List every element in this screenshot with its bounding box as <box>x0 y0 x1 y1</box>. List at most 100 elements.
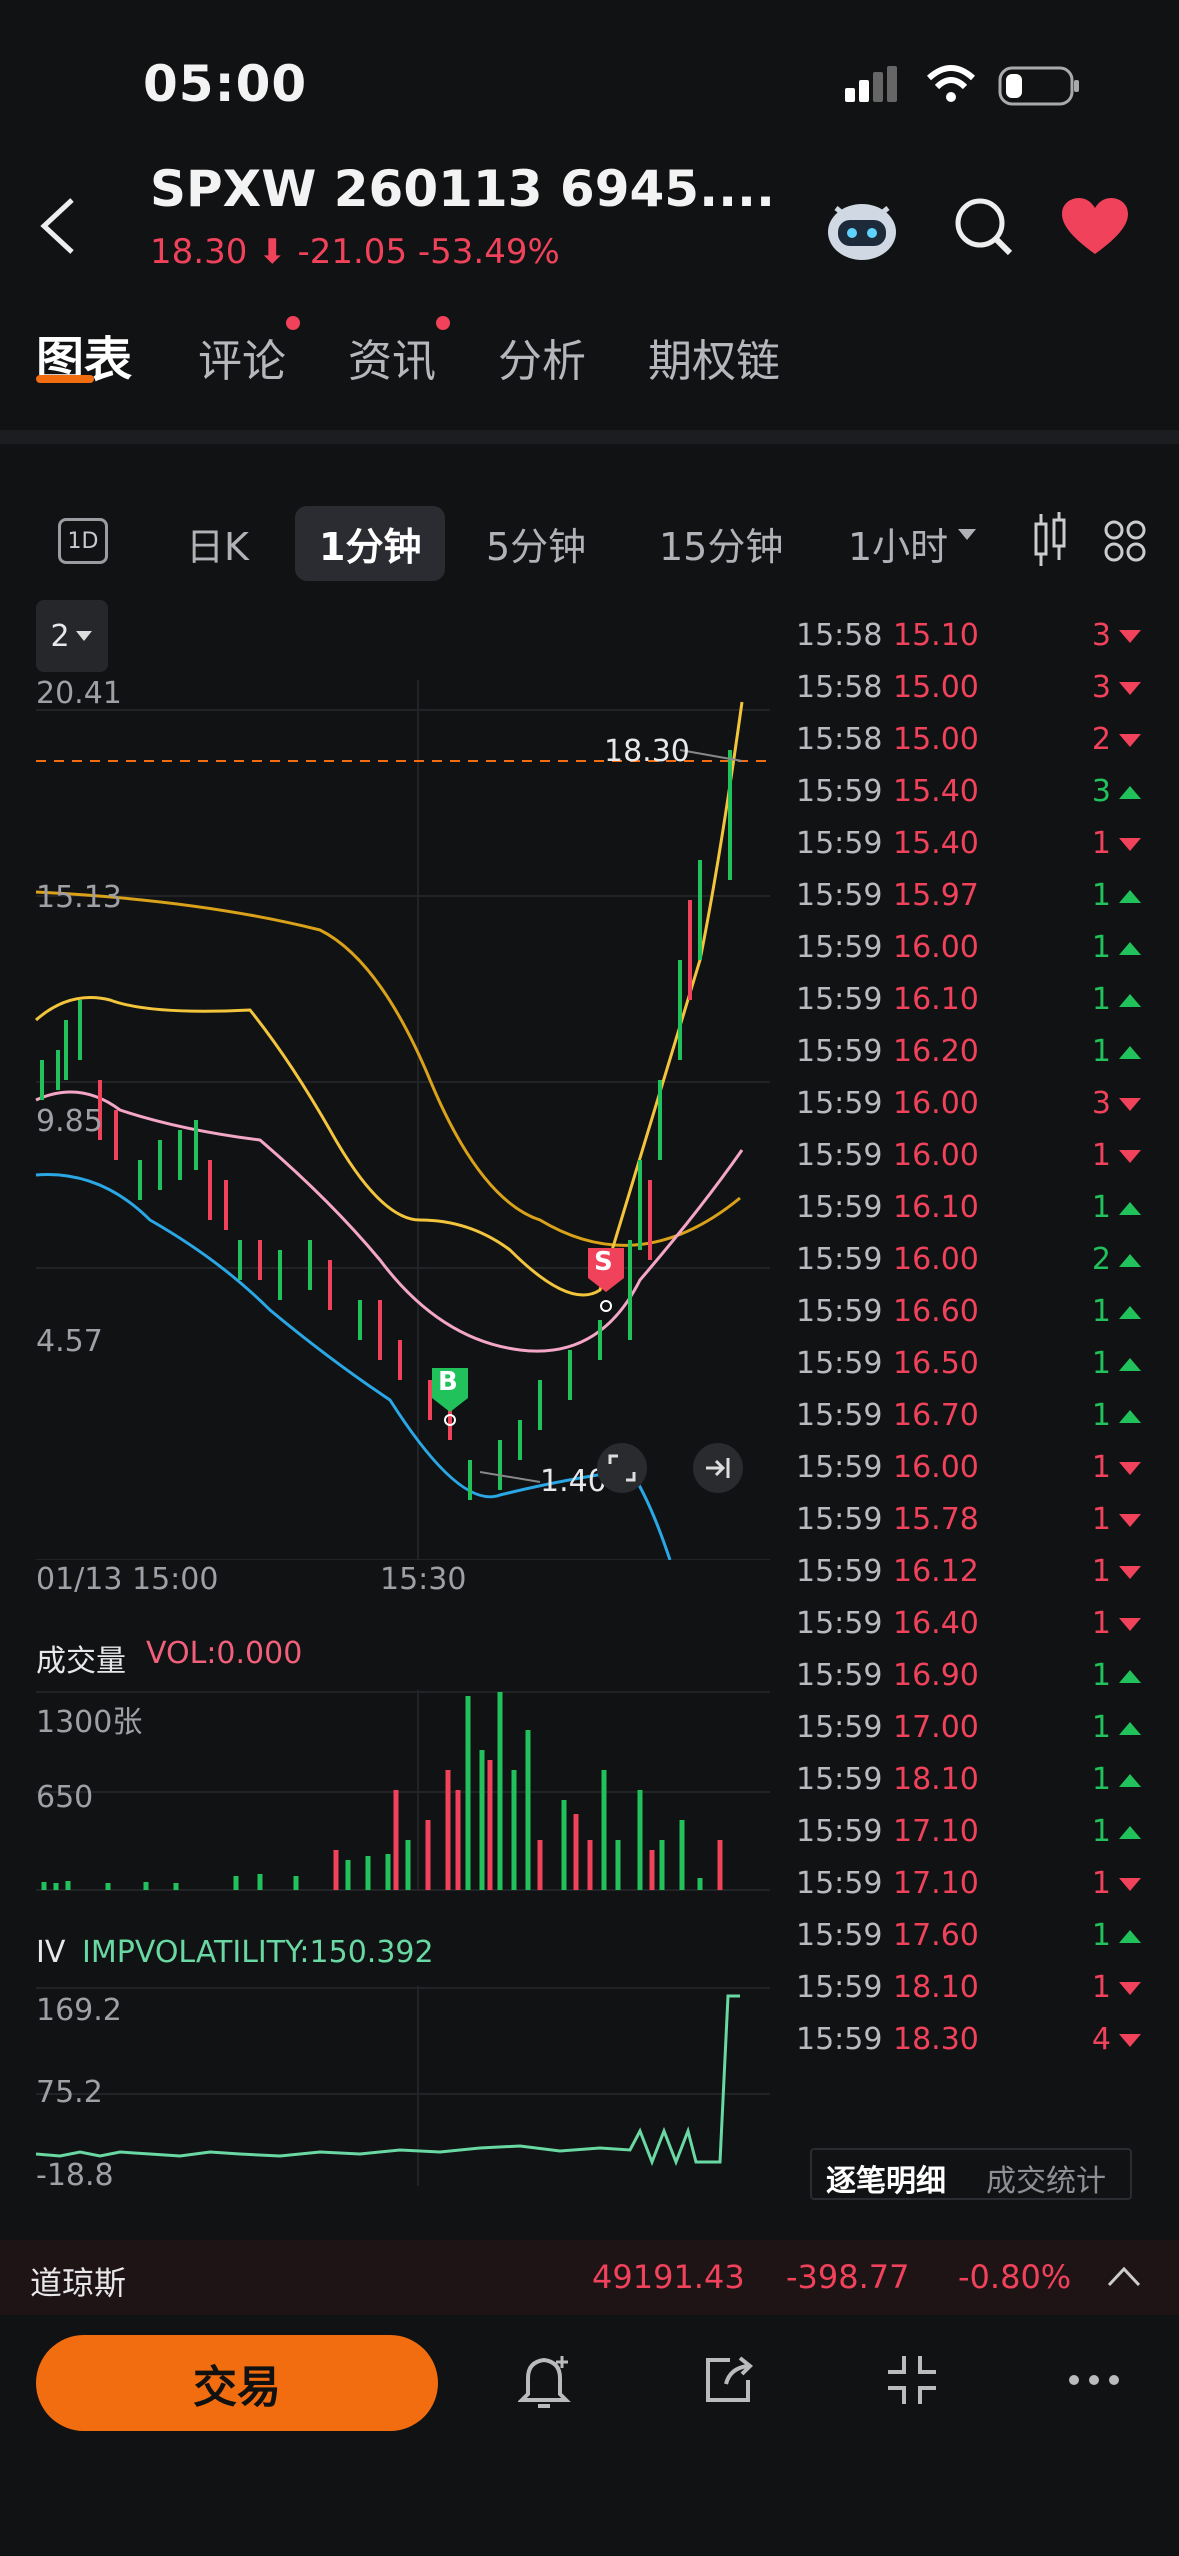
tab-analysis[interactable]: 分析 <box>498 325 586 389</box>
x-tick-2: 15:30 <box>380 1562 467 1597</box>
chevron-down-icon <box>75 631 92 641</box>
period-1hour[interactable]: 1小时 <box>848 516 948 571</box>
arrow-up-icon <box>1119 1306 1141 1319</box>
trade-price: 18.30 <box>893 2022 979 2057</box>
trade-price: 18.10 <box>893 1970 979 2005</box>
trade-row: 15:59 16.00 1 <box>796 1138 1141 1190</box>
arrow-down-icon <box>1119 1514 1141 1527</box>
trade-row: 15:59 17.10 1 <box>796 1866 1141 1918</box>
trade-qty: 3 <box>1091 618 1111 653</box>
iv-tick-3: -18.8 <box>36 2158 114 2193</box>
trade-price: 18.10 <box>893 1762 979 1797</box>
arrow-down-icon <box>1119 1462 1141 1475</box>
back-icon[interactable] <box>36 196 80 256</box>
tab-option-chain[interactable]: 期权链 <box>648 325 780 389</box>
trade-time: 15:59 <box>796 1502 883 1537</box>
trade-row: 15:59 18.10 1 <box>796 1970 1141 2022</box>
trade-row: 15:59 16.10 1 <box>796 982 1141 1034</box>
trade-row: 15:59 18.30 4 <box>796 2022 1141 2074</box>
arrow-up-icon <box>1119 1670 1141 1683</box>
trade-price: 16.50 <box>893 1346 979 1381</box>
trade-price: 16.10 <box>893 982 979 1017</box>
iv-tick-1: 169.2 <box>36 1993 122 2028</box>
trade-row: 15:59 16.40 1 <box>796 1606 1141 1658</box>
trade-price: 16.10 <box>893 1190 979 1225</box>
trade-row: 15:59 16.20 1 <box>796 1034 1141 1086</box>
trade-time: 15:59 <box>796 2022 883 2057</box>
trade-price: 16.00 <box>893 930 979 965</box>
arrow-up-icon <box>1119 1930 1141 1943</box>
trade-price: 15.40 <box>893 774 979 809</box>
trade-time: 15:59 <box>796 1450 883 1485</box>
trade-time: 15:59 <box>796 1814 883 1849</box>
period-daily[interactable]: 日K <box>186 516 249 571</box>
instrument-title: SPXW 260113 6945.... <box>150 160 776 218</box>
trade-price: 16.90 <box>893 1658 979 1693</box>
volume-tick-1: 1300张 <box>36 1705 143 1740</box>
candles <box>40 750 732 1500</box>
trade-time: 15:59 <box>796 1242 883 1277</box>
alert-bell-icon[interactable] <box>518 2350 574 2414</box>
price-change-pct: -53.49% <box>417 232 560 272</box>
arrow-up-icon <box>1119 1826 1141 1839</box>
active-tab-underline <box>36 375 94 383</box>
trade-price: 16.00 <box>893 1450 979 1485</box>
volume-tick-2: 650 <box>36 1780 94 1815</box>
share-icon[interactable] <box>700 2352 756 2408</box>
trade-price: 15.10 <box>893 618 979 653</box>
sell-marker-label: S <box>594 1247 613 1277</box>
trade-time: 15:59 <box>796 1606 883 1641</box>
trade-qty: 2 <box>1091 722 1111 757</box>
robot-assistant-icon[interactable] <box>822 194 902 266</box>
volume-indicator: VOL:0.000 <box>146 1636 303 1671</box>
arrow-up-icon <box>1119 994 1141 1007</box>
trade-row: 15:58 15.00 3 <box>796 670 1141 722</box>
arrow-down-icon <box>1119 2034 1141 2047</box>
trade-row: 15:59 17.60 1 <box>796 1918 1141 1970</box>
grid-layout-icon[interactable] <box>1104 520 1146 562</box>
index-ticker-bar[interactable]: 道琼斯 49191.43 -398.77 -0.80% <box>0 2240 1179 2315</box>
more-icon[interactable] <box>1066 2372 1122 2388</box>
trade-button[interactable]: 交易 <box>36 2335 438 2431</box>
search-icon[interactable] <box>952 195 1016 259</box>
tab-trade-details[interactable]: 逐笔明细 <box>826 2156 946 2200</box>
chevron-up-icon[interactable] <box>1106 2264 1142 2288</box>
x-tick-1: 01/13 15:00 <box>36 1562 219 1597</box>
trade-row: 15:59 15.97 1 <box>796 878 1141 930</box>
trade-qty: 1 <box>1091 1346 1111 1381</box>
trade-qty: 1 <box>1091 1606 1111 1641</box>
favorite-heart-icon[interactable] <box>1060 196 1130 258</box>
period-1d-button[interactable]: 1D <box>58 518 108 564</box>
collapse-icon[interactable] <box>884 2352 940 2408</box>
trade-row: 15:59 16.60 1 <box>796 1294 1141 1346</box>
trade-time: 15:59 <box>796 1034 883 1069</box>
trade-time: 15:59 <box>796 1190 883 1225</box>
chevron-down-icon <box>958 529 976 540</box>
tab-trade-stats[interactable]: 成交统计 <box>986 2156 1106 2200</box>
trade-qty: 3 <box>1091 1086 1111 1121</box>
trade-row: 15:59 16.00 3 <box>796 1086 1141 1138</box>
fullscreen-icon[interactable] <box>596 1442 648 1494</box>
trade-qty: 1 <box>1091 1658 1111 1693</box>
period-15min[interactable]: 15分钟 <box>659 516 783 571</box>
tab-news[interactable]: 资讯 <box>348 325 436 389</box>
candle-type-icon[interactable] <box>1030 512 1070 568</box>
jump-to-latest-icon[interactable] <box>692 1442 744 1494</box>
trade-qty: 1 <box>1091 826 1111 861</box>
trade-price: 16.40 <box>893 1606 979 1641</box>
trade-price: 15.97 <box>893 878 979 913</box>
trade-price: 15.78 <box>893 1502 979 1537</box>
price-change: -21.05 <box>297 232 408 272</box>
trade-qty: 1 <box>1091 1762 1111 1797</box>
trade-qty: 4 <box>1091 2022 1111 2057</box>
trade-qty: 1 <box>1091 1970 1111 2005</box>
trade-price: 15.40 <box>893 826 979 861</box>
trade-time: 15:58 <box>796 722 883 757</box>
trade-qty: 1 <box>1091 1710 1111 1745</box>
iv-line <box>35 1994 740 2167</box>
period-1min[interactable]: 1分钟 <box>295 506 446 581</box>
period-5min[interactable]: 5分钟 <box>486 516 586 571</box>
price-chart[interactable] <box>0 660 780 1560</box>
trade-row: 15:59 16.00 1 <box>796 1450 1141 1502</box>
tab-comments[interactable]: 评论 <box>198 325 286 389</box>
